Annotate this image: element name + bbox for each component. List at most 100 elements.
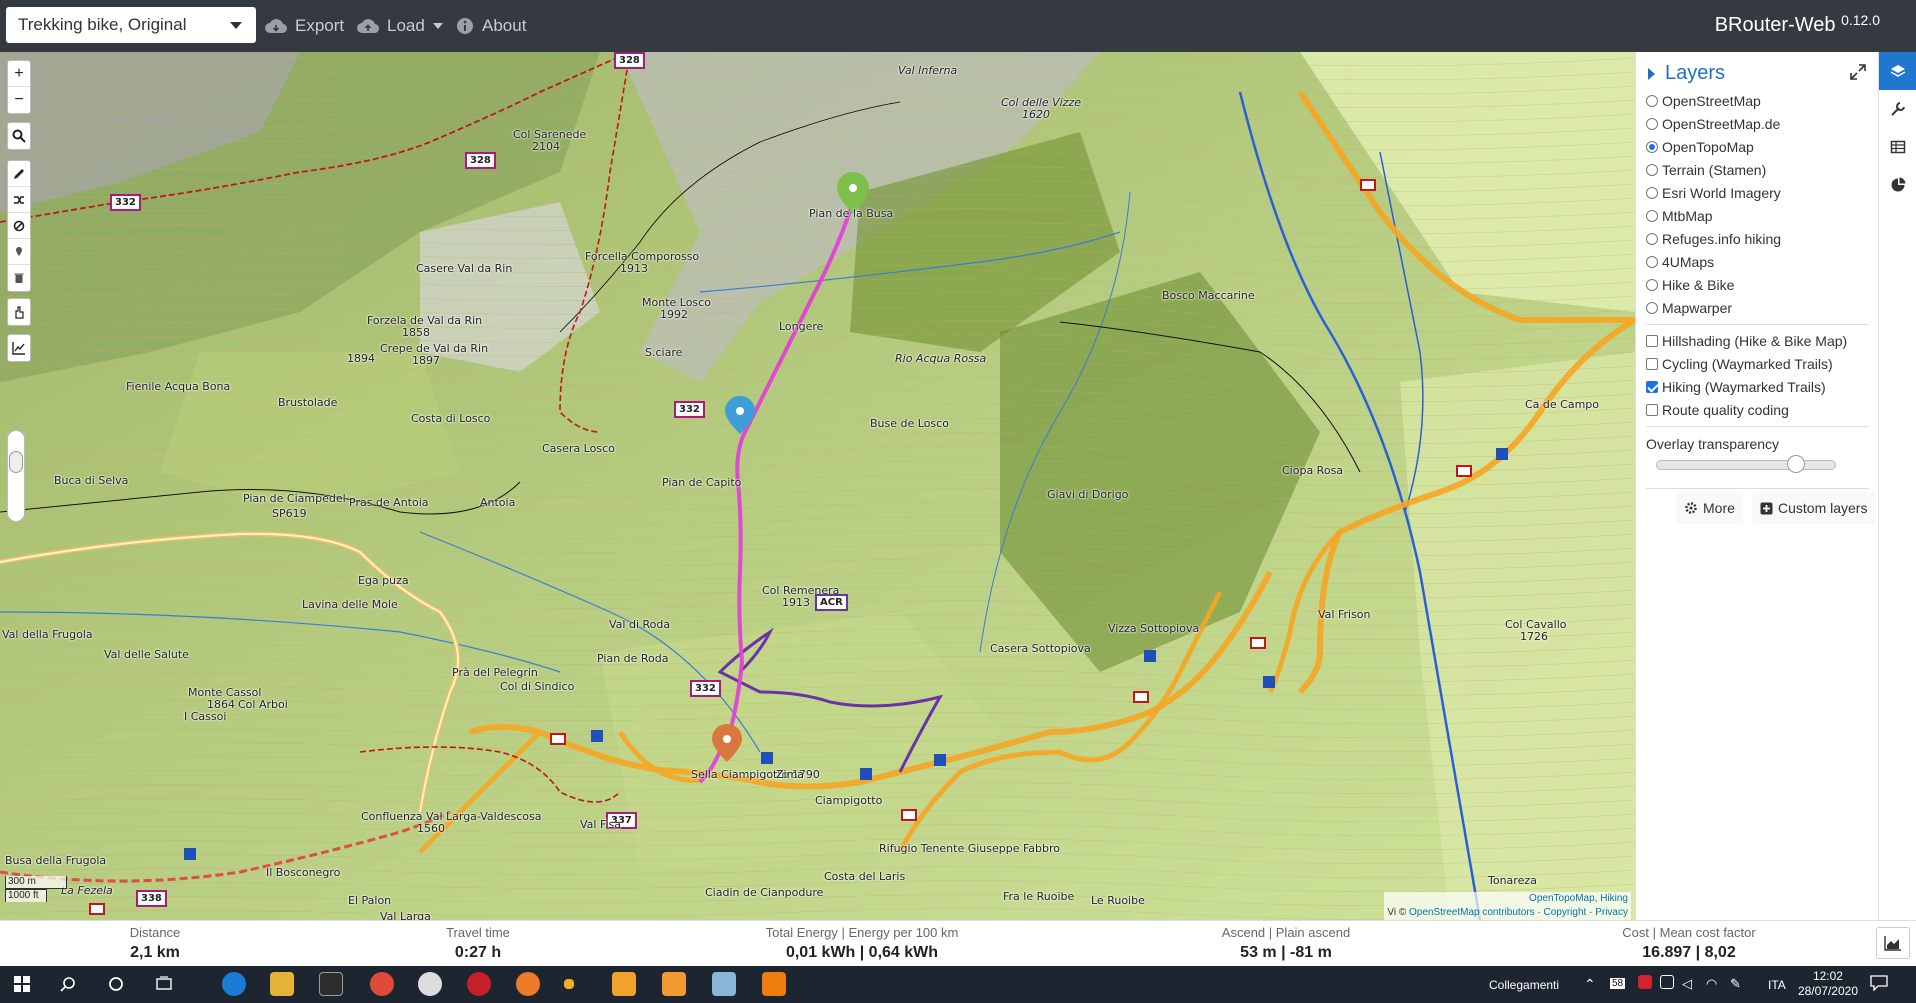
info-icon [457, 18, 473, 34]
map-label: Prà del Pelegrin [452, 666, 538, 679]
overlay-option[interactable]: Cycling (Waymarked Trails) [1646, 354, 1833, 374]
tab-settings[interactable] [1879, 90, 1916, 128]
vlc-player-icon[interactable] [762, 972, 786, 996]
base-layer-option[interactable]: Esri World Imagery [1646, 183, 1781, 203]
tab-layers[interactable] [1879, 52, 1916, 90]
reverse-route-button[interactable] [8, 187, 30, 213]
radio-button[interactable] [1646, 233, 1658, 245]
more-layers-button[interactable]: More [1676, 492, 1743, 524]
base-layer-option[interactable]: Terrain (Stamen) [1646, 160, 1766, 180]
chrome-browser-icon[interactable] [370, 972, 394, 996]
app-icon[interactable] [467, 972, 491, 996]
search-button[interactable] [8, 123, 30, 149]
tray-links-label[interactable]: Collegamenti [1489, 978, 1559, 992]
radio-button-selected[interactable] [1646, 141, 1658, 153]
radio-button[interactable] [1646, 187, 1658, 199]
checkbox[interactable] [1646, 358, 1658, 370]
radio-button[interactable] [1646, 164, 1658, 176]
search-app-icon[interactable] [612, 972, 636, 996]
radio-button[interactable] [1646, 210, 1658, 222]
tab-data-table[interactable] [1879, 128, 1916, 166]
map-label: S.ciare [645, 346, 683, 359]
cortana-icon[interactable] [104, 972, 128, 996]
stat-travel-time: Travel time 0:27 h [428, 923, 528, 963]
attribution-layer-link[interactable]: OpenTopoMap, Hiking [1529, 893, 1628, 904]
export-button[interactable]: Export [265, 0, 344, 52]
base-layer-option[interactable]: OpenStreetMap.de [1646, 114, 1780, 134]
sidebar-title-text: Layers [1665, 62, 1726, 84]
base-layer-option[interactable]: MtbMap [1646, 206, 1713, 226]
checkbox-checked[interactable] [1646, 381, 1658, 393]
elevation-chart-button[interactable] [1876, 927, 1910, 959]
map-label: Rifugio Tenente Giuseppe Fabbro [879, 842, 1061, 855]
about-button[interactable]: About [456, 0, 526, 52]
privacy-link[interactable]: Privacy [1595, 907, 1628, 918]
pen-icon[interactable]: ✎ [1730, 976, 1741, 992]
language-indicator[interactable]: ITA [1768, 978, 1786, 992]
base-layer-option[interactable]: Mapwarper [1646, 298, 1732, 318]
elevation-toggle-button[interactable] [8, 335, 30, 361]
trash-icon [14, 273, 24, 283]
notification-center-icon[interactable] [1870, 975, 1888, 994]
edit-toolbar [7, 160, 31, 292]
base-layer-option[interactable]: OpenTopoMap [1646, 137, 1754, 157]
radio-button[interactable] [1646, 302, 1658, 314]
map-label: Val della Frugola [2, 628, 93, 641]
sticky-notes-icon[interactable] [564, 979, 574, 989]
tab-analysis[interactable] [1879, 166, 1916, 204]
sidebar-title[interactable]: Layers [1648, 62, 1725, 85]
task-view-icon[interactable] [152, 972, 176, 996]
nogo-button[interactable] [8, 213, 30, 239]
volume-icon[interactable]: ◁ [1682, 976, 1692, 992]
notification-badge[interactable]: 58 [1610, 978, 1626, 989]
base-layer-option[interactable]: Refuges.info hiking [1646, 229, 1781, 249]
windows-start-icon[interactable] [10, 972, 34, 996]
zoom-out-button[interactable]: − [8, 87, 30, 113]
custom-layers-button[interactable]: Custom layers [1752, 492, 1876, 524]
zoom-in-button[interactable]: + [8, 61, 30, 87]
radio-button[interactable] [1646, 256, 1658, 268]
slider-handle[interactable] [1787, 455, 1805, 473]
delete-route-button[interactable] [8, 265, 30, 291]
base-layer-label: Esri World Imagery [1662, 185, 1781, 201]
load-button[interactable]: Load [357, 0, 443, 52]
radio-button[interactable] [1646, 118, 1658, 130]
map-label: Ciadin de Cianpodure [705, 886, 824, 899]
overlay-option[interactable]: Hillshading (Hike & Bike Map) [1646, 331, 1847, 351]
route-opacity-slider[interactable] [7, 430, 25, 522]
overlay-transparency-slider[interactable] [1656, 455, 1836, 473]
notepad-icon[interactable] [712, 972, 736, 996]
checkbox[interactable] [1646, 335, 1658, 347]
radio-button[interactable] [1646, 279, 1658, 291]
overlay-option[interactable]: Route quality coding [1646, 400, 1789, 420]
system-clock[interactable]: 12:02 28/07/2020 [1798, 969, 1858, 999]
copyright-link[interactable]: Copyright [1544, 907, 1587, 918]
base-layer-option[interactable]: 4UMaps [1646, 252, 1714, 272]
map-label: Ciampigotto [815, 794, 883, 807]
app-tray-icon[interactable] [1638, 975, 1652, 989]
radio-button[interactable] [1646, 95, 1658, 107]
blocker-app-icon[interactable] [418, 972, 442, 996]
chevron-up-icon[interactable]: ⌃ [1584, 976, 1596, 993]
file-explorer-icon[interactable] [270, 972, 294, 996]
folder-app-icon[interactable] [662, 972, 686, 996]
locate-button[interactable] [8, 299, 30, 325]
base-layer-option[interactable]: OpenStreetMap [1646, 91, 1761, 111]
app-icon[interactable] [319, 972, 343, 996]
monitor-tray-icon[interactable] [1660, 975, 1674, 989]
base-layer-option[interactable]: Hike & Bike [1646, 275, 1734, 295]
overlay-option[interactable]: Hiking (Waymarked Trails) [1646, 377, 1826, 397]
profile-select[interactable]: Trekking bike, Original [6, 7, 256, 43]
wifi-icon[interactable]: ◠ [1706, 976, 1717, 992]
osm-contributors-link[interactable]: OpenStreetMap contributors [1409, 907, 1535, 918]
search-icon[interactable] [56, 972, 80, 996]
delete-last-point-button[interactable] [8, 239, 30, 265]
checkbox[interactable] [1646, 404, 1658, 416]
slider-handle[interactable] [9, 451, 23, 473]
expand-icon[interactable] [1850, 64, 1866, 85]
firefox-browser-icon[interactable] [516, 972, 540, 996]
map[interactable]: 332 328 328 332 332 337 338 Val Inferna … [0, 52, 1635, 920]
edge-browser-icon[interactable] [222, 972, 246, 996]
map-label: Il Bosconegro [266, 866, 341, 879]
draw-route-button[interactable] [8, 161, 30, 187]
